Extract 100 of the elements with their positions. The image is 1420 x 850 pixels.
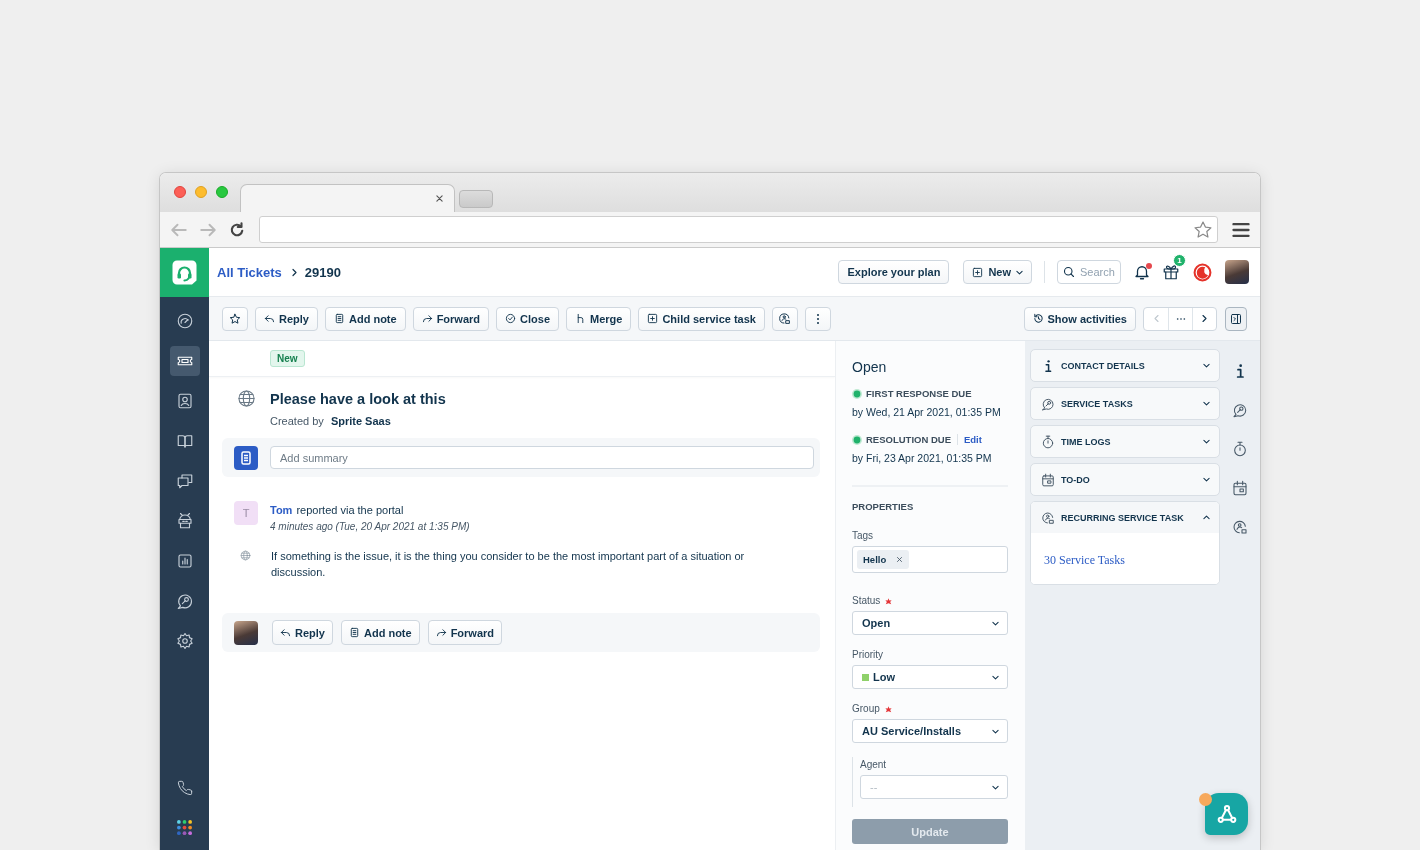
chevron-down-icon [1203,400,1210,407]
reply-icon [280,627,291,638]
field-label: Agent [860,759,887,771]
edit-link[interactable]: Edit [957,434,982,445]
widget-header[interactable]: RECURRING SERVICE TASK [1031,502,1219,533]
chevron-down-icon [992,727,999,735]
star-icon [229,312,241,325]
service-tasks-link[interactable]: 30 Service Tasks [1044,553,1125,567]
reload-icon[interactable] [228,220,246,239]
forward-icon [421,313,433,324]
field-label: Group [852,703,880,715]
chevron-down-icon [992,619,999,627]
timestamp: 4 minutes ago (Tue, 20 Apr 2021 at 1:35 PM) [270,521,470,532]
select-field[interactable]: AU Service/Installs [852,719,1008,743]
settings-icon [175,632,194,650]
favorite-button[interactable] [222,306,248,331]
document-icon[interactable] [234,445,258,470]
chat-bubbles-icon [175,472,194,490]
recurring-icon [778,312,792,325]
field-label: Tags [852,530,874,542]
star-icon[interactable] [1193,219,1213,240]
widget-header[interactable]: CONTACT DETAILS [1031,350,1219,381]
recurring-task-button[interactable] [772,306,798,331]
created-by-text: Created by Sprite Saas [270,415,392,427]
action-text: reported via the portal [296,504,404,516]
wrench-bubble-icon[interactable] [1232,402,1248,418]
stopwatch-icon[interactable] [1232,441,1248,457]
headset-logo-icon[interactable] [160,248,209,297]
show-activities-button[interactable]: Show activities [1023,306,1136,331]
merge-icon [575,313,586,324]
select-field[interactable]: Open [852,611,1008,635]
ticket-number: 29190 [304,264,341,280]
toolbar-button[interactable]: Add note [324,306,406,331]
reply-icon [264,313,275,324]
chevron-right-icon [289,267,299,277]
network-icon [1216,804,1237,824]
gift-icon[interactable] [1162,263,1180,281]
chevron-down-icon [1203,476,1210,483]
plus-square-icon [972,266,984,278]
breadcrumb-link[interactable]: All Tickets [217,264,282,280]
photo-placeholder [234,620,258,645]
bell-icon[interactable] [1133,263,1151,281]
chevron-right-icon [1200,314,1209,323]
calendar-icon[interactable] [1232,480,1248,496]
sla-label: RESOLUTION DUE [866,434,951,445]
note-icon [348,627,360,638]
note-icon [333,313,345,324]
toolbar-button[interactable]: Forward [412,306,490,331]
wrench-bubble-icon [175,592,194,610]
reply-bar-button[interactable]: Forward [427,620,503,645]
chevron-left-icon [1151,314,1161,323]
wrench-bubble-icon [1041,396,1055,411]
explore-plan-button[interactable]: Explore your plan [838,260,950,284]
toolbar-button[interactable]: Close [496,306,559,331]
reply-bar-button[interactable]: Reply [272,620,333,645]
sla-label: FIRST RESPONSE DUE [866,388,972,399]
field-label: Status [852,595,881,607]
select-field[interactable]: Low [852,665,1008,689]
new-button[interactable]: New [963,260,1032,284]
ticket-status: Open [852,358,888,376]
status-badge: New [270,350,305,367]
author-link[interactable]: Tom [270,504,293,516]
recurring-icon [1041,510,1055,525]
due-date: by Fri, 23 Apr 2021, 01:35 PM [852,452,993,464]
crescent-logo-icon[interactable] [1193,262,1212,282]
summary-field[interactable]: Add summary [270,446,814,469]
due-date: by Wed, 21 Apr 2021, 01:35 PM [852,406,1002,418]
close-icon[interactable] [435,194,444,203]
tag-label: Hello [863,554,887,565]
widget-header[interactable]: SERVICE TASKS [1031,388,1219,419]
status-dot-icon [852,434,862,445]
widget-header[interactable]: TIME LOGS [1031,426,1219,457]
search-field[interactable]: Search [1057,260,1121,284]
chevron-up-icon [1203,514,1210,521]
tags-field[interactable]: Hello [852,546,1008,573]
photo-placeholder[interactable] [1225,260,1249,284]
chat-widget-button[interactable] [1205,793,1248,835]
contact-card-icon [175,392,194,410]
count-badge: 1 [1173,254,1186,267]
chevron-down-icon [1203,438,1210,445]
toolbar-button[interactable]: Child service task [638,306,765,331]
avatar-initial: T [234,501,258,525]
side-panel-icon [1230,312,1242,325]
recurring-icon[interactable] [1232,519,1248,535]
window-close-button[interactable] [174,186,186,198]
address-field[interactable] [259,216,1218,243]
chevron-down-icon [1203,362,1210,369]
toggle-panel-button[interactable] [1225,306,1247,331]
status-dot-icon [852,388,862,399]
widget-header[interactable]: TO-DO [1031,464,1219,495]
close-icon[interactable] [896,556,904,563]
reply-bar-button[interactable]: Add note [340,620,420,645]
app-grid-icon [177,819,192,835]
toolbar-button[interactable]: Reply [255,306,318,331]
search-icon [1063,266,1075,278]
chevron-down-icon [992,673,999,681]
sidebar-button[interactable] [169,346,200,376]
field-label: Priority [852,649,884,661]
ticket-title: Please have a look at this [270,390,446,409]
toolbar-button[interactable]: Merge [566,306,632,331]
